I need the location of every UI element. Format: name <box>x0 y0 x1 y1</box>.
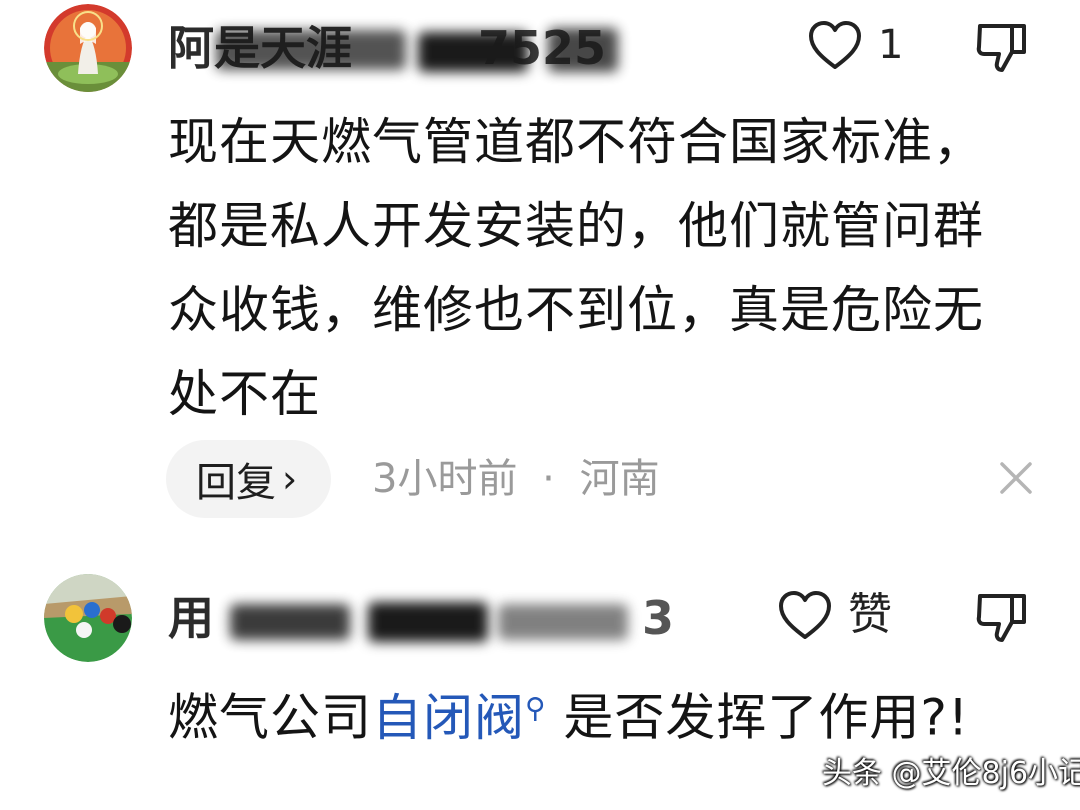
like-count: 1 <box>878 22 904 68</box>
search-icon: ⚲ <box>525 691 547 724</box>
username[interactable]: 用 3 <box>168 588 674 648</box>
comment-text-before-link: 燃气公司 <box>168 688 372 747</box>
comment-text-after-link: 是否发挥了作用?! <box>563 688 970 747</box>
watermark: 头条 @艾伦8j6小记 <box>822 756 1080 791</box>
close-x-icon <box>996 458 1036 498</box>
chevron-right-icon: › <box>282 457 298 501</box>
close-button[interactable] <box>996 458 1036 498</box>
comment-text: 现在天燃气管道都不符合国家标准，都是私人开发安装的，他们就管问群众收钱，维修也不… <box>168 113 984 423</box>
comment-item: 阿是天涯 7525 1 现在天燃气管道都不符合国家标准，都是私人开发安装的，他们… <box>0 0 1080 540</box>
username-tail: 3 <box>642 591 675 645</box>
keyword-search-link[interactable]: 自闭阀⚲ <box>372 689 547 747</box>
username-redaction <box>418 32 528 72</box>
thumbs-down-outline-icon <box>972 588 1030 646</box>
avatar-image <box>44 4 132 92</box>
avatar-image <box>44 574 132 662</box>
avatar[interactable] <box>44 574 132 662</box>
like-label: 赞 <box>848 589 892 640</box>
reply-label: 回复 <box>196 460 276 506</box>
username-redaction <box>498 604 628 640</box>
username-redaction <box>230 604 350 640</box>
meta-separator: · <box>542 456 555 502</box>
username-redaction <box>548 28 618 72</box>
comment-text: 燃气公司自闭阀⚲ 是否发挥了作用?! <box>168 666 1008 760</box>
avatar[interactable] <box>44 4 132 92</box>
username-visible: 用 <box>168 591 214 645</box>
username[interactable]: 阿是天涯 7525 <box>168 18 618 78</box>
heart-outline-icon <box>776 588 834 642</box>
like-button[interactable]: 1 <box>806 18 903 72</box>
dislike-button[interactable] <box>972 18 1030 76</box>
username-redaction <box>368 602 488 642</box>
like-button[interactable]: 赞 <box>776 588 892 642</box>
reply-button[interactable]: 回复 › <box>166 440 332 518</box>
username-redaction <box>216 30 406 70</box>
dislike-button[interactable] <box>972 588 1030 646</box>
timestamp: 3小时前 <box>372 456 518 502</box>
heart-outline-icon <box>806 18 864 72</box>
keyword-link-label: 自闭阀 <box>372 688 525 747</box>
comment-meta: 3小时前 · 河南 <box>372 448 660 510</box>
location: 河南 <box>579 456 660 502</box>
thumbs-down-outline-icon <box>972 18 1030 76</box>
